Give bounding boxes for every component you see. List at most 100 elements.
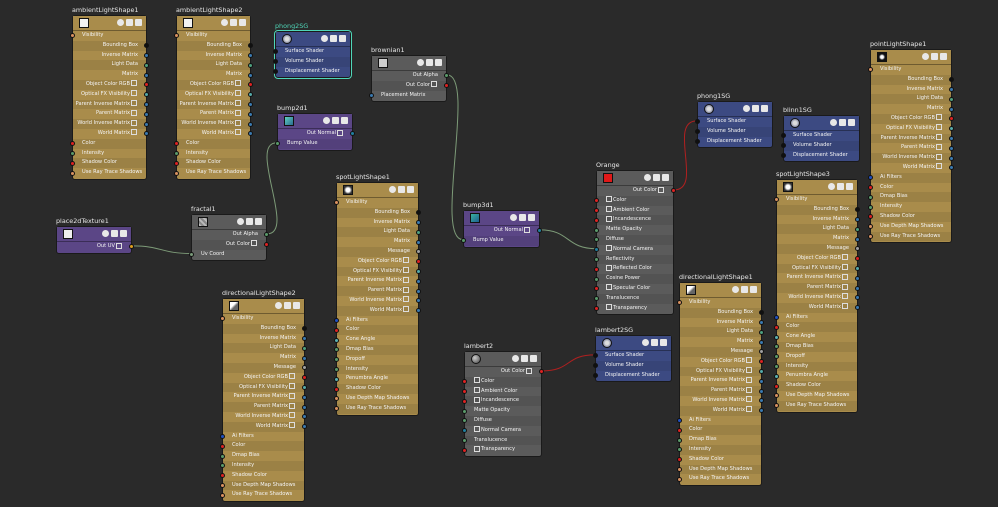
output-port[interactable] [144,62,149,68]
input-port[interactable] [70,141,75,147]
attribute-row[interactable]: Intensity [220,460,304,471]
output-port[interactable] [949,77,954,83]
attribute-row[interactable]: Optical FX Visibility [73,90,149,100]
attribute-row[interactable]: Use Depth Map Shadows [774,391,857,401]
attribute-row[interactable]: Optical FX Visibility [777,263,860,274]
output-port[interactable] [302,414,307,420]
input-port[interactable] [677,427,682,433]
node-expand-icon[interactable] [120,230,127,237]
input-port[interactable] [677,466,682,472]
input-port[interactable] [334,337,339,343]
attribute-row[interactable]: Dmap Bias [220,451,304,461]
attribute-row[interactable]: Dmap Bias [677,435,761,445]
node-options-icon[interactable] [830,119,837,126]
input-port[interactable] [220,473,225,479]
attribute-row[interactable]: Bounding Box [337,207,421,218]
attribute-row[interactable]: World Matrix [177,129,253,139]
input-port[interactable] [594,237,599,243]
expand-compound-icon[interactable] [524,226,530,233]
node-collapse-icon[interactable] [653,174,660,181]
input-port[interactable] [677,300,682,306]
attribute-row[interactable]: Parent Matrix [871,143,954,153]
input-port[interactable] [334,200,339,206]
attribute-row[interactable]: Out Color [465,367,544,377]
expand-compound-icon[interactable] [842,254,848,261]
node-phong2SG[interactable]: Surface Shader Volume Shader Displacement … [273,29,352,80]
attribute-row[interactable]: World Matrix [223,421,307,432]
attribute-row[interactable]: Cosine Power [594,274,673,284]
output-port[interactable] [302,384,307,390]
input-port[interactable] [868,184,873,190]
input-port[interactable] [593,353,598,359]
input-port[interactable] [70,170,75,176]
node-expand-icon[interactable] [940,53,947,60]
output-port[interactable] [144,82,149,88]
input-port[interactable] [70,160,75,166]
expand-compound-icon[interactable] [403,267,409,274]
output-port[interactable] [416,298,421,304]
node-collapse-icon[interactable] [519,214,526,221]
node-expand-icon[interactable] [239,19,246,26]
attribute-row[interactable]: Volume Shader [273,56,350,67]
attribute-row[interactable]: Volume Shader [695,126,772,137]
input-port[interactable] [462,379,467,385]
attribute-row[interactable]: Ambient Color [594,206,673,216]
attribute-row[interactable]: Parent Inverse Matrix [177,99,253,110]
attribute-row[interactable]: Cone Angle [334,335,418,345]
attribute-row[interactable]: Object Color RGB [177,79,253,90]
attribute-row[interactable]: Light Data [223,343,307,354]
attribute-row[interactable]: Volume Shader [781,140,859,151]
attribute-row[interactable]: World Matrix [871,163,954,173]
attribute-row[interactable]: Light Data [680,327,764,338]
expand-compound-icon[interactable] [131,129,137,136]
input-port[interactable] [781,152,786,158]
output-port[interactable] [248,101,253,107]
expand-compound-icon[interactable] [131,109,137,116]
attribute-row[interactable]: Use Ray Trace Shadows [174,168,250,178]
output-port[interactable] [416,229,421,235]
expand-compound-icon[interactable] [936,134,942,141]
output-port[interactable] [855,265,860,271]
node-place2dTexture1[interactable]: Out UV [56,226,134,254]
attribute-row[interactable]: Inverse Matrix [680,318,764,328]
node-options-icon[interactable] [732,286,739,293]
node-brownian1[interactable]: Out Alpha Out Color Placement Matrix [369,55,449,103]
input-port[interactable] [462,437,467,443]
input-port[interactable] [677,437,682,443]
expand-compound-icon[interactable] [746,406,752,413]
attribute-row[interactable]: Intensity [70,149,146,159]
node-options-icon[interactable] [102,230,109,237]
node-phong1SG[interactable]: Surface Shader Volume Shader Displacement … [695,101,773,149]
attribute-row[interactable]: Dropoff [774,352,857,362]
output-port[interactable] [855,285,860,291]
node-collapse-icon[interactable] [230,19,237,26]
attribute-row[interactable]: Color [594,195,673,206]
output-port[interactable] [416,278,421,284]
input-port[interactable] [275,141,280,147]
attribute-row[interactable]: Parent Matrix [680,386,764,396]
expand-compound-icon[interactable] [131,80,137,87]
output-port[interactable] [129,244,134,250]
expand-compound-icon[interactable] [403,276,409,283]
output-port[interactable] [302,345,307,351]
input-port[interactable] [774,344,779,350]
input-port[interactable] [868,204,873,210]
attribute-row[interactable]: World Matrix [337,305,421,316]
expand-compound-icon[interactable] [746,396,752,403]
attribute-row[interactable]: Optical FX Visibility [337,266,421,277]
attribute-row[interactable]: Use Depth Map Shadows [677,464,761,475]
expand-compound-icon[interactable] [474,396,480,403]
input-port[interactable] [868,233,873,239]
attribute-row[interactable]: Visibility [868,65,951,75]
attribute-row[interactable]: Ai Filters [334,316,418,326]
node-lambert2[interactable]: Out Color Color Ambient Color Incandescence… [462,351,544,458]
attribute-row[interactable]: Intensity [677,444,761,455]
node-options-icon[interactable] [237,218,244,225]
attribute-row[interactable]: Object Color RGB [871,113,954,124]
attribute-row[interactable]: Use Ray Trace Shadows [677,474,761,484]
expand-compound-icon[interactable] [606,245,612,252]
output-port[interactable] [302,335,307,341]
input-port[interactable] [695,138,700,144]
attribute-row[interactable]: Matrix [177,70,253,80]
attribute-row[interactable]: Message [777,243,860,254]
